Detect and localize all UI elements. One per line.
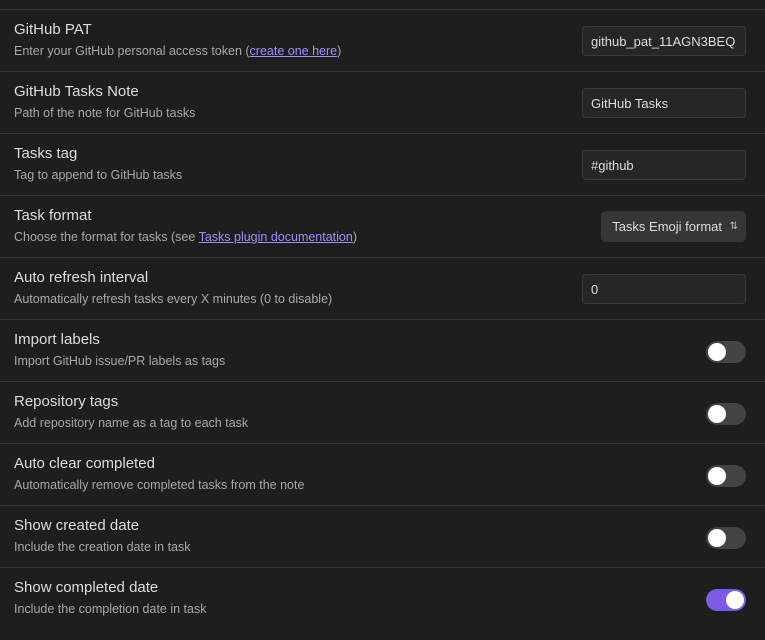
refresh-interval-input[interactable] bbox=[582, 274, 746, 304]
toggle-knob bbox=[726, 591, 744, 609]
setting-info: Auto refresh interval Automatically refr… bbox=[14, 268, 332, 307]
setting-info: Import labels Import GitHub issue/PR lab… bbox=[14, 330, 225, 369]
setting-description: Enter your GitHub personal access token … bbox=[14, 43, 341, 59]
setting-info: Repository tags Add repository name as a… bbox=[14, 392, 248, 431]
setting-description: Include the completion date in task bbox=[14, 602, 207, 616]
dropdown-selected-value: Tasks Emoji format bbox=[612, 219, 722, 234]
setting-name: Import labels bbox=[14, 331, 100, 348]
setting-tasks-tag: Tasks tag Tag to append to GitHub tasks bbox=[0, 134, 765, 196]
description-text: ) bbox=[352, 230, 358, 244]
setting-name: Show completed date bbox=[14, 579, 159, 596]
setting-repository-tags: Repository tags Add repository name as a… bbox=[0, 382, 765, 444]
setting-info: Show completed date Include the completi… bbox=[14, 578, 206, 617]
setting-info: Auto clear completed Automatically remov… bbox=[14, 454, 304, 493]
task-format-dropdown[interactable]: Tasks Emoji format ⇅ bbox=[601, 211, 746, 242]
github-pat-input[interactable] bbox=[582, 26, 746, 56]
tasks-note-input[interactable] bbox=[582, 88, 746, 118]
setting-github-tasks-note: GitHub Tasks Note Path of the note for G… bbox=[0, 72, 765, 134]
toggle-knob bbox=[708, 529, 726, 547]
setting-description: Import GitHub issue/PR labels as tags bbox=[14, 354, 226, 368]
show-completed-date-toggle[interactable] bbox=[706, 589, 746, 611]
setting-name: Repository tags bbox=[14, 393, 119, 410]
setting-auto-clear-completed: Auto clear completed Automatically remov… bbox=[0, 444, 765, 506]
description-text: Enter your GitHub personal access token … bbox=[14, 44, 250, 58]
setting-import-labels: Import labels Import GitHub issue/PR lab… bbox=[0, 320, 765, 382]
setting-info: GitHub PAT Enter your GitHub personal ac… bbox=[14, 20, 341, 59]
setting-name: Tasks tag bbox=[14, 145, 78, 162]
tasks-tag-input[interactable] bbox=[582, 150, 746, 180]
setting-name: GitHub Tasks Note bbox=[14, 83, 139, 100]
chevron-up-down-icon: ⇅ bbox=[729, 221, 738, 232]
setting-github-pat: GitHub PAT Enter your GitHub personal ac… bbox=[0, 10, 765, 72]
setting-name: Auto refresh interval bbox=[14, 269, 149, 286]
auto-clear-completed-toggle[interactable] bbox=[706, 465, 746, 487]
toggle-knob bbox=[708, 405, 726, 423]
setting-info: Task format Choose the format for tasks … bbox=[14, 206, 357, 245]
setting-description: Include the creation date in task bbox=[14, 540, 191, 554]
setting-task-format: Task format Choose the format for tasks … bbox=[0, 196, 765, 258]
setting-description: Automatically remove completed tasks fro… bbox=[14, 478, 305, 492]
setting-description: Choose the format for tasks (see Tasks p… bbox=[14, 229, 357, 245]
setting-show-created-date: Show created date Include the creation d… bbox=[0, 506, 765, 568]
toggle-knob bbox=[708, 343, 726, 361]
repository-tags-toggle[interactable] bbox=[706, 403, 746, 425]
setting-name: Show created date bbox=[14, 517, 140, 534]
setting-info: Show created date Include the creation d… bbox=[14, 516, 191, 555]
description-text: ) bbox=[337, 44, 342, 58]
import-labels-toggle[interactable] bbox=[706, 341, 746, 363]
setting-name: Task format bbox=[14, 207, 92, 224]
show-created-date-toggle[interactable] bbox=[706, 527, 746, 549]
toggle-knob bbox=[708, 467, 726, 485]
description-text: Choose the format for tasks (see bbox=[14, 230, 199, 244]
setting-name: Auto clear completed bbox=[14, 455, 155, 472]
setting-auto-refresh-interval: Auto refresh interval Automatically refr… bbox=[0, 258, 765, 320]
settings-list: GitHub PAT Enter your GitHub personal ac… bbox=[0, 10, 765, 630]
tasks-plugin-docs-link[interactable]: Tasks plugin documentation bbox=[199, 230, 353, 244]
create-token-link[interactable]: create one here bbox=[250, 44, 338, 58]
setting-description: Tag to append to GitHub tasks bbox=[14, 168, 183, 182]
setting-info: GitHub Tasks Note Path of the note for G… bbox=[14, 82, 195, 121]
setting-description: Path of the note for GitHub tasks bbox=[14, 106, 196, 120]
setting-name: GitHub PAT bbox=[14, 21, 92, 38]
setting-show-completed-date: Show completed date Include the completi… bbox=[0, 568, 765, 630]
setting-description: Add repository name as a tag to each tas… bbox=[14, 416, 249, 430]
setting-info: Tasks tag Tag to append to GitHub tasks bbox=[14, 144, 182, 183]
setting-description: Automatically refresh tasks every X minu… bbox=[14, 292, 333, 306]
